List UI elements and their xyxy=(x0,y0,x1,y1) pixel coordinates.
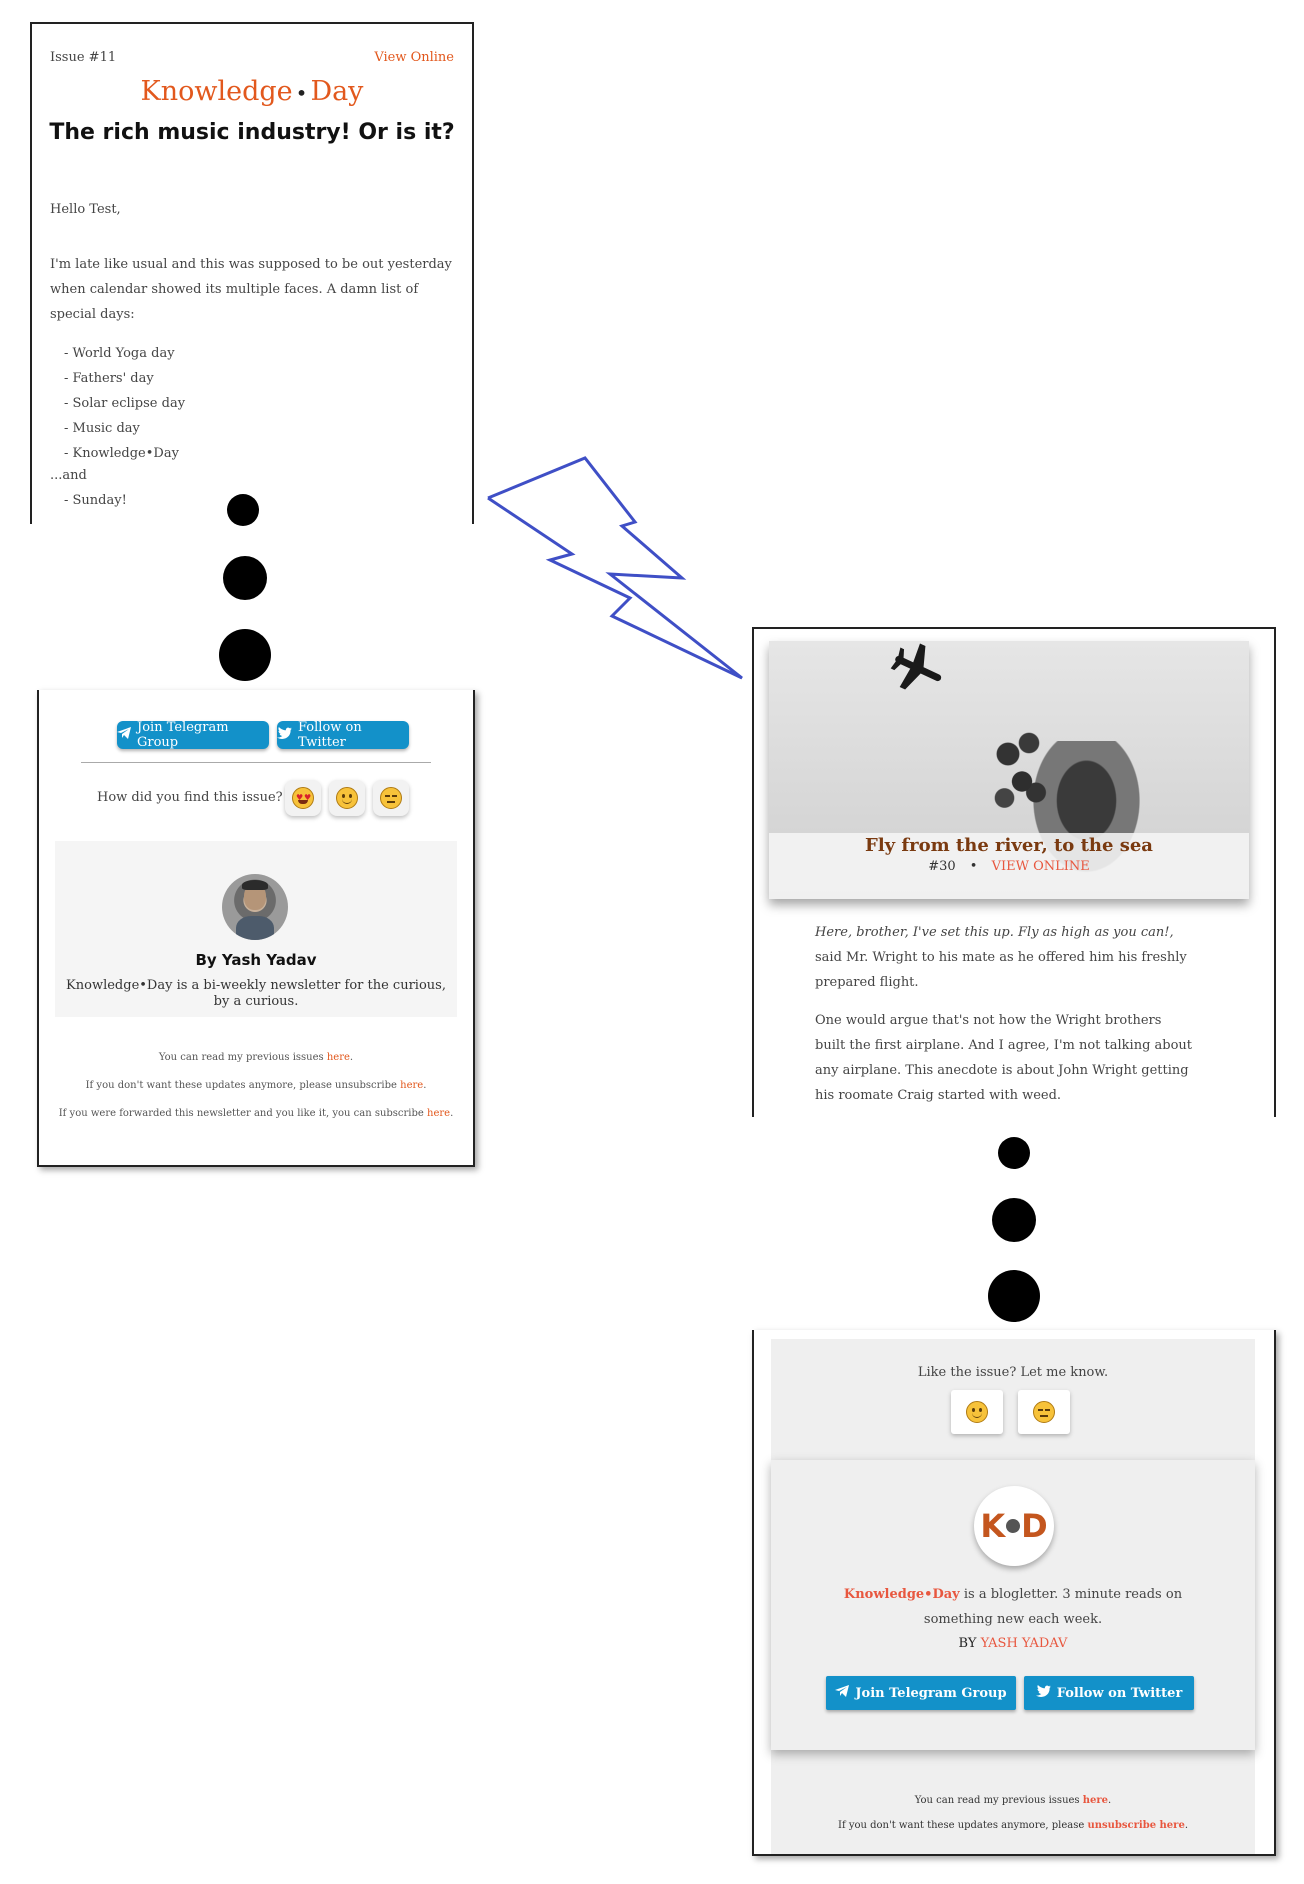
list-item: - World Yoga day xyxy=(64,346,175,361)
telegram-button[interactable]: Join Telegram Group xyxy=(117,720,269,750)
previous-issues-link[interactable]: here xyxy=(327,1052,350,1063)
ellipsis-dot xyxy=(988,1270,1040,1322)
brand-separator: • xyxy=(295,81,308,105)
logo-dot-icon xyxy=(1006,1519,1021,1533)
footer-forwarded: If you were forwarded this newsletter an… xyxy=(58,1108,454,1119)
left-email-bottom: Join Telegram Group Follow on Twitter Ho… xyxy=(37,690,475,1167)
twitter-icon xyxy=(277,726,292,744)
hero-title: Fly from the river, to the sea xyxy=(865,835,1153,856)
avatar xyxy=(222,874,288,940)
brand-title: Knowledge • Day xyxy=(32,76,472,107)
ellipsis-dot xyxy=(992,1198,1036,1242)
brand-name-link[interactable]: Knowledge•Day xyxy=(844,1587,960,1602)
twitter-button-label: Follow on Twitter xyxy=(1056,1685,1183,1701)
ellipsis-dot xyxy=(998,1137,1030,1169)
telegram-icon xyxy=(117,727,131,743)
list-item: - Knowledge•Day xyxy=(64,446,179,461)
list-item: - Music day xyxy=(64,421,140,436)
hero-image: Fly from the river, to the sea #30 • VIE… xyxy=(769,641,1249,899)
twitter-button[interactable]: Follow on Twitter xyxy=(1024,1676,1194,1710)
hero-view-online-link[interactable]: VIEW ONLINE xyxy=(992,859,1090,874)
issue-label: Issue #11 xyxy=(50,50,117,65)
telegram-icon xyxy=(835,1685,850,1701)
footer-unsubscribe: If you don't want these updates anymore,… xyxy=(85,1080,427,1091)
love-reaction-button[interactable]: ♥ ♥ xyxy=(285,780,321,816)
unamused-emoji-icon xyxy=(1033,1401,1055,1423)
greeting: Hello Test, xyxy=(50,202,121,217)
ellipsis-dot xyxy=(223,556,267,600)
telegram-button-label: Join Telegram Group xyxy=(137,720,229,750)
smile-emoji-icon xyxy=(966,1401,988,1423)
unamused-reaction-button[interactable] xyxy=(1018,1390,1070,1434)
footer-unsubscribe: If you don't want these updates anymore,… xyxy=(838,1820,1188,1831)
subscribe-link[interactable]: here xyxy=(427,1108,450,1119)
previous-issues-link[interactable]: here xyxy=(1083,1795,1108,1806)
left-email-top: Issue #11 View Online Knowledge • Day The … xyxy=(30,22,474,524)
hero-meta: #30 • VIEW ONLINE xyxy=(769,859,1249,874)
heart-eyes-emoji-icon: ♥ ♥ xyxy=(292,787,314,809)
hero-separator: • xyxy=(969,859,978,874)
author-card: By Yash Yadav Knowledge•Day is a bi-week… xyxy=(55,841,457,1017)
feedback-question: How did you find this issue? xyxy=(97,790,283,805)
telegram-button[interactable]: Join Telegram Group xyxy=(826,1676,1016,1710)
author-link[interactable]: YASH YADAV xyxy=(981,1636,1068,1651)
intro-quote: Here, brother, I've set this up. Fly as … xyxy=(815,925,1187,990)
unamused-reaction-button[interactable] xyxy=(373,780,409,816)
about-card: KD Knowledge•Day is a blogletter. 3 minu… xyxy=(771,1460,1255,1750)
telegram-button-label: Join Telegram Group xyxy=(855,1685,1007,1701)
intro-paragraph: I'm late like usual and this was suppose… xyxy=(50,257,452,322)
ellipsis-dot xyxy=(227,494,259,526)
unsubscribe-link[interactable]: unsubscribe here xyxy=(1087,1820,1184,1831)
smile-reaction-button[interactable] xyxy=(329,780,365,816)
plant-leaves xyxy=(987,721,1057,831)
author-name: By Yash Yadav xyxy=(195,951,317,969)
ellipsis-dot xyxy=(219,629,271,681)
brand-right: Day xyxy=(310,76,364,107)
unamused-emoji-icon xyxy=(380,787,402,809)
view-online-link[interactable]: View Online xyxy=(374,50,454,65)
right-email-bottom: Like the issue? Let me know. KD Knowledg… xyxy=(752,1330,1276,1856)
list-item: - Solar eclipse day xyxy=(64,396,186,411)
hero-issue-number: #30 xyxy=(928,859,956,874)
sunday-item: - Sunday! xyxy=(64,493,127,508)
kod-logo: KD xyxy=(974,1486,1054,1566)
divider xyxy=(81,762,431,763)
brand-left: Knowledge xyxy=(140,76,293,107)
unsubscribe-link[interactable]: here xyxy=(400,1080,423,1091)
hero-caption-band: Fly from the river, to the sea #30 • VIE… xyxy=(769,833,1249,899)
headline: The rich music industry! Or is it? xyxy=(49,120,455,145)
paragraph-2: One would argue that's not how the Wrigh… xyxy=(815,1013,1193,1103)
like-prompt: Like the issue? Let me know. xyxy=(917,1365,1109,1380)
author-description: Knowledge•Day is a bi-weekly newsletter … xyxy=(66,978,446,1009)
footer-previous-issues: You can read my previous issues here. xyxy=(158,1052,354,1063)
and-text: ...and xyxy=(50,468,87,483)
airplane-icon xyxy=(890,643,942,690)
special-days-list: - World Yoga day - Fathers' day - Solar … xyxy=(64,341,185,466)
twitter-button[interactable]: Follow on Twitter xyxy=(277,720,409,750)
smile-reaction-button[interactable] xyxy=(951,1390,1003,1434)
footer-previous-issues: You can read my previous issues here. xyxy=(914,1795,1112,1806)
brand-description: Knowledge•Day is a blogletter. 3 minute … xyxy=(843,1587,1183,1627)
right-email-top: Fly from the river, to the sea #30 • VIE… xyxy=(752,627,1276,1117)
lightning-connector xyxy=(487,456,743,680)
author-line: BY YASH YADAV xyxy=(958,1636,1068,1651)
twitter-button-label: Follow on Twitter xyxy=(298,720,362,750)
list-item: - Fathers' day xyxy=(64,371,154,386)
twitter-icon xyxy=(1035,1684,1051,1702)
smile-emoji-icon xyxy=(336,787,358,809)
